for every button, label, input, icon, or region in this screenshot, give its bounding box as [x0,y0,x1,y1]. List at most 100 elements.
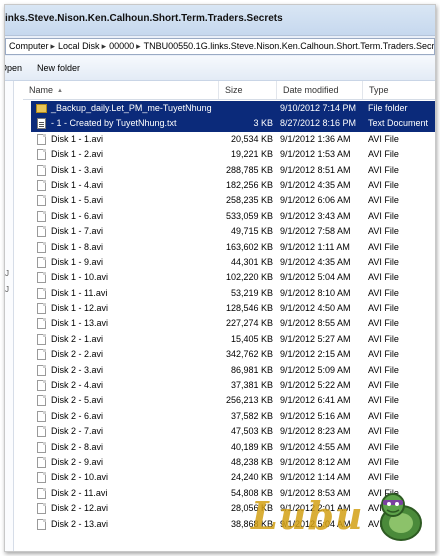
column-header-date-label: Date modified [283,85,339,95]
file-row[interactable]: Disk 2 - 9.avi 48,238 KB 9/1/2012 8:12 AM A… [31,455,435,470]
file-size: 533,059 KB [225,210,273,221]
file-size: 102,220 KB [225,272,273,283]
video-file-icon [37,364,46,376]
video-file-icon [37,133,46,145]
file-type: AVI File [368,318,399,329]
file-name: Disk 1 - 6.avi [51,210,104,221]
file-row[interactable]: Disk 1 - 6.avi 533,059 KB 9/1/2012 3:43 AM… [31,209,435,224]
address-field[interactable]: Computer ▸ Local Disk ▸ 00000 ▸ TNBU00550.1G.l… [5,38,435,55]
file-date-modified: 9/1/2012 6:41 AM [280,395,351,406]
file-type: AVI File [368,472,399,483]
file-name: Disk 2 - 5.avi [51,395,104,406]
file-row[interactable]: _Backup_daily.Let_PM_me-TuyetNhung 9/10/2… [31,101,435,117]
file-date-modified: 9/1/2012 8:55 AM [280,318,351,329]
text-file-icon [37,118,46,130]
file-type: AVI File [368,149,399,160]
file-date-modified: 9/1/2012 5:16 AM [280,410,351,421]
file-name: Disk 2 - 13.avi [51,518,109,529]
video-file-icon [37,349,46,361]
new-folder-button[interactable]: New folder [37,63,80,73]
file-row[interactable]: Disk 1 - 11.avi 53,219 KB 9/1/2012 8:10 AM… [31,286,435,301]
toolbar: Open New folder [5,56,435,81]
file-row[interactable]: Disk 2 - 6.avi 37,582 KB 9/1/2012 5:16 AM A… [31,409,435,424]
column-header-size[interactable]: Size [219,81,277,99]
open-button[interactable]: Open [5,63,22,73]
file-type: AVI File [368,410,399,421]
file-date-modified: 9/1/2012 8:10 AM [280,287,351,298]
file-row[interactable]: Disk 2 - 5.avi 256,213 KB 9/1/2012 6:41 AM… [31,393,435,408]
breadcrumb-local-disk[interactable]: Local Disk [55,39,102,51]
navigation-pane-edge: J J [5,81,14,551]
file-row[interactable]: Disk 1 - 7.avi 49,715 KB 9/1/2012 7:58 AM A… [31,224,435,239]
file-date-modified: 9/1/2012 5:04 AM [280,272,351,283]
file-type: AVI File [368,456,399,467]
file-row[interactable]: Disk 1 - 3.avi 288,785 KB 9/1/2012 8:51 AM… [31,163,435,178]
file-date-modified: 9/1/2012 5:27 AM [280,333,351,344]
file-row[interactable]: Disk 1 - 1.avi 20,534 KB 9/1/2012 1:36 AM A… [31,132,435,147]
file-name: Disk 1 - 3.avi [51,164,104,175]
video-file-icon [37,179,46,191]
address-bar: Computer ▸ Local Disk ▸ 00000 ▸ TNBU00550.1G.l… [5,35,435,57]
file-size: 288,785 KB [225,164,273,175]
file-row[interactable]: Disk 2 - 1.avi 15,405 KB 9/1/2012 5:27 AM A… [31,332,435,347]
column-header-date[interactable]: Date modified [277,81,363,99]
file-name: Disk 2 - 10.avi [51,472,109,483]
nav-pane-fragment: J [5,285,9,294]
breadcrumb-current-folder[interactable]: TNBU00550.1G.links.Steve.Nison.Ken.Calho… [141,39,434,51]
breadcrumb-00000[interactable]: 00000 [106,39,136,51]
file-type: AVI File [368,395,399,406]
file-type: AVI File [368,195,399,206]
video-file-icon [37,487,46,499]
column-header-type[interactable]: Type [363,81,435,99]
file-row[interactable]: Disk 2 - 8.avi 40,189 KB 9/1/2012 4:55 AM A… [31,440,435,455]
file-row[interactable]: Disk 1 - 13.avi 227,274 KB 9/1/2012 8:55 A… [31,316,435,331]
title-bar[interactable]: inks.Steve.Nison.Ken.Calhoun.Short.Term.… [5,5,435,35]
file-size: 37,582 KB [230,410,273,421]
file-date-modified: 9/1/2012 4:50 AM [280,303,351,314]
column-header-name[interactable]: Name ▲ [23,81,219,99]
video-file-icon [37,226,46,238]
file-row[interactable]: Disk 2 - 10.avi 24,240 KB 9/1/2012 1:14 AM… [31,470,435,485]
file-name: Disk 1 - 12.avi [51,303,109,314]
file-size: 48,238 KB [230,456,273,467]
video-file-icon [37,472,46,484]
file-row[interactable]: Disk 1 - 9.avi 44,301 KB 9/1/2012 4:35 AM A… [31,255,435,270]
file-row[interactable]: Disk 1 - 8.avi 163,602 KB 9/1/2012 1:11 AM… [31,240,435,255]
file-date-modified: 9/1/2012 4:35 AM [280,256,351,267]
file-date-modified: 9/1/2012 1:14 AM [280,472,351,483]
file-size: 40,189 KB [230,441,273,452]
video-file-icon [37,149,46,161]
file-size: 86,981 KB [230,364,273,375]
breadcrumb-computer[interactable]: Computer [6,39,51,51]
video-file-icon [37,518,46,530]
file-row[interactable]: Disk 1 - 10.avi 102,220 KB 9/1/2012 5:04 A… [31,270,435,285]
file-date-modified: 9/1/2012 7:58 AM [280,226,351,237]
file-date-modified: 9/1/2012 8:23 AM [280,426,351,437]
file-type: AVI File [368,164,399,175]
file-size: 53,219 KB [230,287,273,298]
file-row[interactable]: Disk 2 - 3.avi 86,981 KB 9/1/2012 5:09 AM A… [31,363,435,378]
file-row[interactable]: Disk 2 - 4.avi 37,381 KB 9/1/2012 5:22 AM A… [31,378,435,393]
file-type: AVI File [368,333,399,344]
file-row[interactable]: Disk 1 - 5.avi 258,235 KB 9/1/2012 6:06 AM… [31,193,435,208]
file-date-modified: 9/1/2012 1:53 AM [280,149,351,160]
file-type: AVI File [368,380,399,391]
watermark-logo: Lubu [251,493,364,538]
video-file-icon [37,441,46,453]
file-size: 163,602 KB [225,241,273,252]
file-row[interactable]: Disk 1 - 12.avi 128,546 KB 9/1/2012 4:50 A… [31,301,435,316]
file-date-modified: 9/1/2012 1:36 AM [280,133,351,144]
file-name: Disk 2 - 12.avi [51,503,109,514]
file-size: 182,256 KB [225,179,273,190]
nav-pane-fragment: J [5,269,9,278]
file-size: 37,381 KB [230,380,273,391]
file-date-modified: 9/1/2012 6:06 AM [280,195,351,206]
file-row[interactable]: Disk 1 - 4.avi 182,256 KB 9/1/2012 4:35 AM… [31,178,435,193]
file-row[interactable]: Disk 1 - 2.avi 19,221 KB 9/1/2012 1:53 AM A… [31,147,435,162]
file-row[interactable]: Disk 2 - 2.avi 342,762 KB 9/1/2012 2:15 AM… [31,347,435,362]
file-name: Disk 2 - 11.avi [51,487,108,498]
video-file-icon [37,272,46,284]
video-file-icon [37,256,46,268]
file-row[interactable]: Disk 2 - 7.avi 47,503 KB 9/1/2012 8:23 AM A… [31,424,435,439]
file-row[interactable]: - 1 - Created by TuyetNhung.txt 3 KB 8/27/… [31,116,435,132]
